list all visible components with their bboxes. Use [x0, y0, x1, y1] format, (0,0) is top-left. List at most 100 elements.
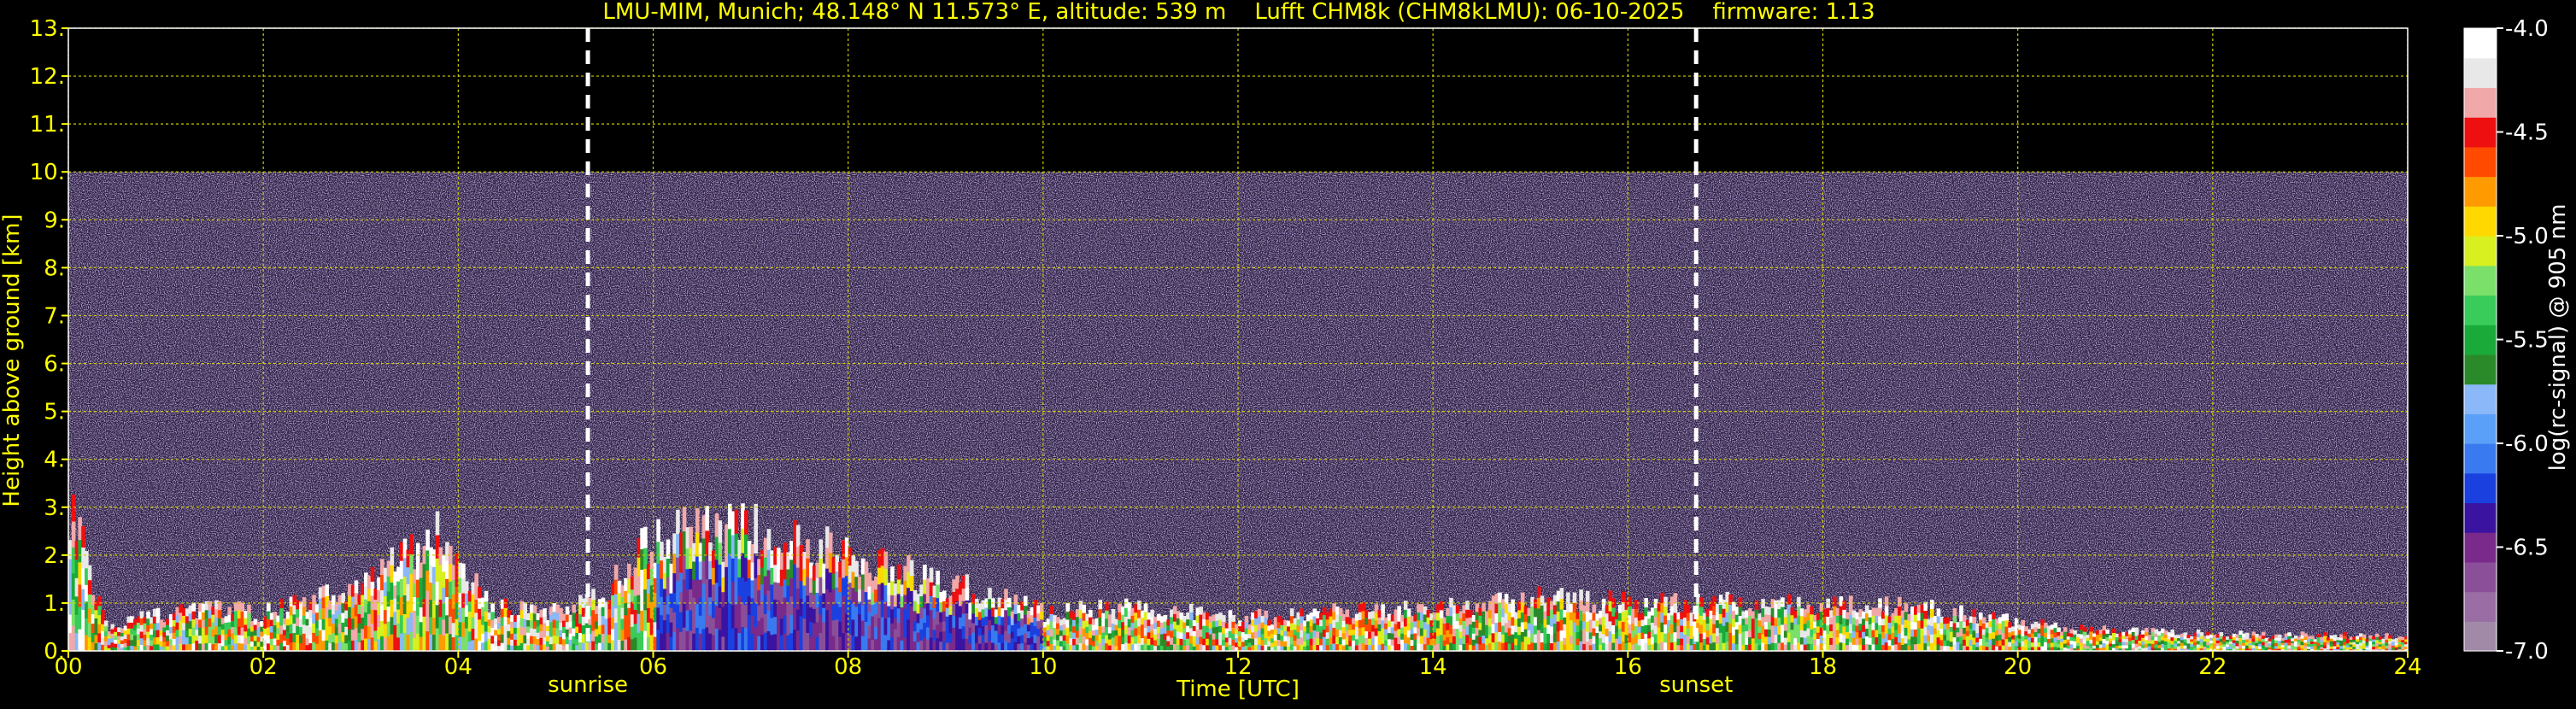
- heatmap-cell: [2261, 631, 2266, 636]
- heatmap-cell: [543, 608, 547, 617]
- heatmap-cell: [643, 526, 648, 548]
- heatmap-cell: [1810, 606, 1814, 615]
- heatmap-cell: [2082, 627, 2087, 632]
- x-tick-label: 18: [1809, 654, 1837, 680]
- heatmap-cell: [2277, 635, 2282, 639]
- heatmap-cell: [656, 519, 660, 542]
- heatmap-cell: [247, 604, 251, 613]
- heatmap-cell: [1300, 608, 1304, 617]
- x-tick-label: 10: [1029, 654, 1057, 680]
- heatmap-cell: [1049, 606, 1054, 614]
- heatmap-cell: [676, 509, 680, 535]
- y-tick-label: 9.: [44, 208, 65, 233]
- heatmap-cell: [1150, 609, 1154, 618]
- x-tick-label: 16: [1614, 654, 1642, 680]
- colorbar-segment: [2464, 87, 2497, 118]
- y-tick-label: 12.: [30, 64, 65, 90]
- heatmap-cell: [1952, 607, 1957, 617]
- heatmap-cell: [1289, 608, 1294, 617]
- heatmap-cell: [1592, 604, 1597, 613]
- heatmap-cell: [390, 547, 395, 565]
- heatmap-cell: [87, 579, 92, 595]
- heatmap-cell: [1406, 608, 1411, 617]
- heatmap-cell: [2057, 627, 2061, 632]
- heatmap-cell: [2004, 613, 2010, 621]
- colorbar-tick-label: -7.0: [2505, 639, 2549, 665]
- heatmap-cell: [155, 607, 161, 616]
- x-tick-label: 02: [249, 654, 278, 680]
- heatmap-cell: [474, 573, 478, 588]
- heatmap-cell: [2089, 626, 2093, 632]
- heatmap-cell: [2063, 627, 2068, 632]
- y-tick-label: 13.: [30, 16, 65, 42]
- heatmap-cell: [1465, 601, 1470, 610]
- y-tick-label: 0.: [44, 639, 65, 665]
- heatmap-cell: [1221, 615, 1226, 622]
- heatmap-cell: [490, 603, 495, 612]
- x-tick-label: 06: [639, 654, 667, 680]
- x-tick-label: 08: [834, 654, 862, 680]
- heatmap-cell: [988, 588, 992, 600]
- heatmap-cell: [2105, 629, 2110, 634]
- heatmap-cell: [1111, 609, 1116, 617]
- heatmap-cell: [2388, 635, 2392, 639]
- heatmap-cell: [1381, 604, 1385, 613]
- heatmap-cell: [2244, 632, 2250, 636]
- colorbar-tick-label: -4.0: [2505, 16, 2549, 42]
- colorbar-tick-label: -6.0: [2505, 431, 2549, 457]
- heatmap-cell: [1345, 609, 1350, 618]
- heatmap-cell: [1781, 597, 1785, 607]
- colorbar-segment: [2464, 561, 2497, 593]
- heatmap-cell: [279, 599, 284, 609]
- heatmap-cell: [965, 574, 970, 589]
- heatmap-cell: [191, 610, 197, 620]
- heatmap-cell: [1929, 600, 1934, 609]
- heatmap-cell: [1482, 602, 1486, 612]
- heatmap-cell: [523, 602, 527, 612]
- colorbar-segment: [2464, 621, 2497, 652]
- heatmap-cell: [240, 602, 245, 612]
- heatmap-cell: [1403, 601, 1408, 610]
- heatmap-cell: [227, 606, 232, 615]
- heatmap-cell: [1244, 615, 1249, 623]
- heatmap-cell: [103, 620, 109, 627]
- y-tick-label: 10.: [30, 160, 65, 185]
- colorbar-label: log(rc-signal) @ 905 nm: [2545, 204, 2571, 472]
- x-tick-label: 20: [2004, 654, 2032, 680]
- heatmap-cell: [923, 565, 927, 580]
- heatmap-cell: [1231, 615, 1235, 622]
- heatmap-cell: [1673, 593, 1678, 604]
- heatmap-cell: [1897, 596, 1902, 607]
- heatmap-cell: [1686, 604, 1691, 613]
- heatmap-cell: [87, 565, 92, 581]
- heatmap-cell: [1264, 610, 1269, 618]
- heatmap-cell: [1585, 590, 1590, 602]
- heatmap-cell: [1188, 612, 1194, 621]
- heatmap-cell: [591, 589, 596, 601]
- heatmap-cell: [1397, 606, 1401, 614]
- colorbar-segment: [2464, 325, 2497, 355]
- heatmap-cell: [1754, 601, 1759, 610]
- heatmap-cell: [718, 520, 723, 543]
- heatmap-cell: [828, 532, 833, 554]
- heatmap-cell: [71, 495, 76, 522]
- heatmap-cell: [247, 612, 251, 621]
- heatmap-cell: [1065, 603, 1071, 612]
- heatmap-cell: [754, 528, 758, 554]
- x-axis-label: Time [UTC]: [1176, 677, 1300, 702]
- heatmap-cell: [2021, 619, 2026, 626]
- heatmap-cell: [819, 539, 824, 559]
- heatmap-cell: [705, 506, 709, 531]
- heatmap-cell: [2342, 631, 2347, 636]
- heatmap-cell: [2309, 636, 2315, 640]
- x-tick-label: 22: [2198, 654, 2227, 680]
- colorbar-segment: [2464, 472, 2497, 504]
- colorbar-segment: [2464, 591, 2497, 622]
- heatmap-cell: [1257, 608, 1262, 617]
- heatmap-cell: [435, 511, 440, 536]
- heatmap-cell: [2111, 628, 2116, 634]
- colorbar-segment: [2464, 443, 2497, 474]
- colorbar-segment: [2464, 413, 2497, 444]
- heatmap-cell: [370, 566, 375, 583]
- heatmap-cell: [1439, 609, 1444, 619]
